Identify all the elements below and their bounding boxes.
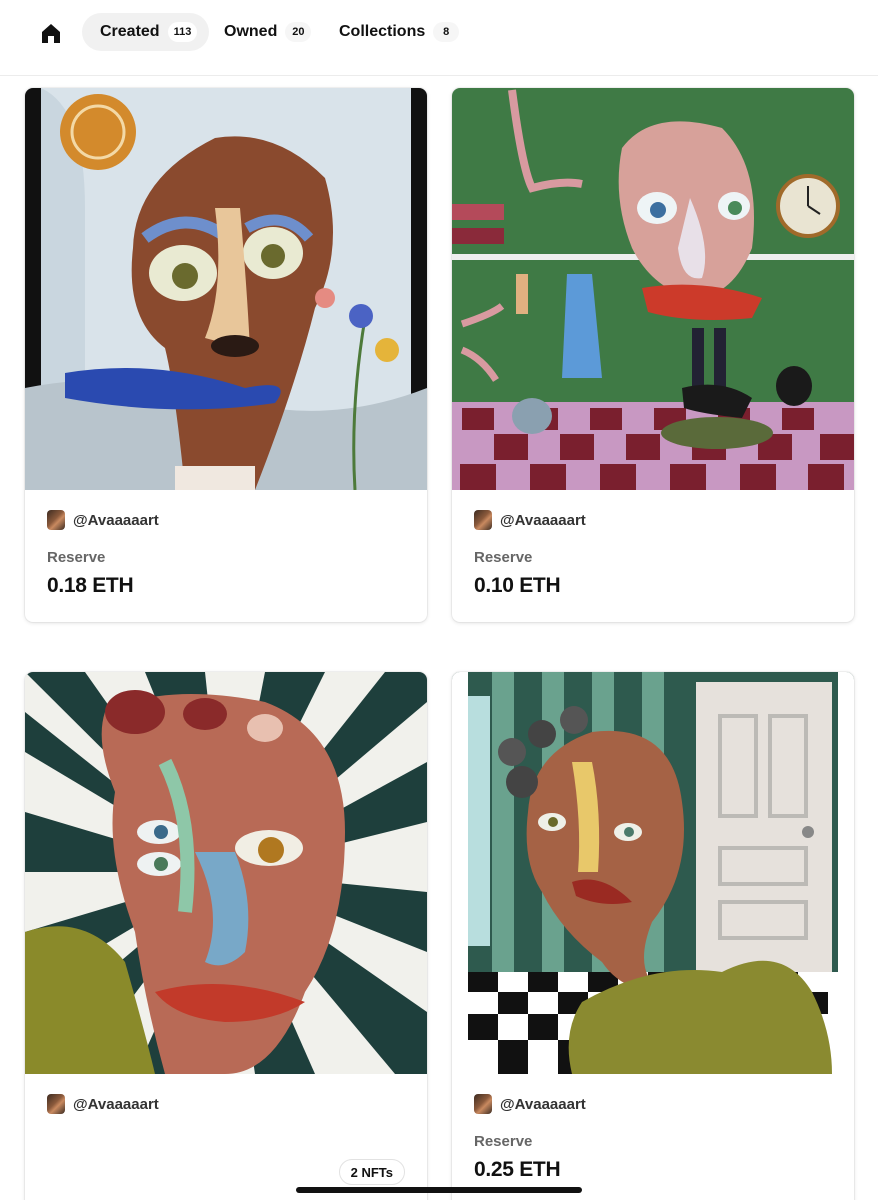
reserve-label: Reserve bbox=[47, 549, 106, 566]
creator-avatar bbox=[474, 1094, 492, 1114]
creator-handle: @Avaaaaart bbox=[73, 511, 159, 529]
tab-owned[interactable]: Owned 20 bbox=[206, 13, 323, 51]
creator-avatar bbox=[47, 1094, 65, 1114]
creator-handle: @Avaaaaart bbox=[73, 1095, 159, 1113]
creator-avatar bbox=[474, 510, 492, 530]
tab-created[interactable]: Created 113 bbox=[82, 13, 210, 51]
creator-link[interactable]: @Avaaaaart bbox=[474, 1094, 586, 1114]
tab-count-badge: 20 bbox=[285, 22, 312, 42]
nft-artwork-image[interactable] bbox=[25, 672, 427, 1074]
nft-card[interactable]: @Avaaaaart Reserve 0.18 ETH bbox=[25, 88, 427, 622]
creator-handle: @Avaaaaart bbox=[500, 1095, 586, 1113]
reserve-label: Reserve bbox=[474, 549, 533, 566]
tab-count-badge: 8 bbox=[433, 22, 460, 42]
nft-artwork-image[interactable] bbox=[452, 88, 854, 490]
nft-card[interactable]: @Avaaaaart 2 NFTs bbox=[25, 672, 427, 1200]
nft-card[interactable]: @Avaaaaart Reserve 0.10 ETH bbox=[452, 88, 854, 622]
creator-handle: @Avaaaaart bbox=[500, 511, 586, 529]
tab-label: Collections bbox=[339, 23, 426, 40]
profile-tab-bar: Created 113 Owned 20 Collections 8 bbox=[0, 0, 878, 76]
reserve-price: 0.25 ETH bbox=[474, 1158, 561, 1181]
home-icon[interactable] bbox=[38, 20, 64, 46]
creator-link[interactable]: @Avaaaaart bbox=[47, 1094, 159, 1114]
tab-count-badge: 113 bbox=[167, 22, 198, 42]
tab-label: Owned bbox=[224, 23, 278, 40]
reserve-price: 0.18 ETH bbox=[47, 574, 134, 597]
nft-artwork-image[interactable] bbox=[452, 672, 854, 1074]
tab-collections[interactable]: Collections 8 bbox=[321, 13, 471, 51]
reserve-label: Reserve bbox=[474, 1133, 533, 1150]
creator-link[interactable]: @Avaaaaart bbox=[474, 510, 586, 530]
creator-avatar bbox=[47, 510, 65, 530]
nft-card[interactable]: @Avaaaaart Reserve 0.25 ETH bbox=[452, 672, 854, 1200]
nft-artwork-image[interactable] bbox=[25, 88, 427, 490]
reserve-price: 0.10 ETH bbox=[474, 574, 561, 597]
home-indicator-bar[interactable] bbox=[296, 1187, 582, 1193]
creator-link[interactable]: @Avaaaaart bbox=[47, 510, 159, 530]
nft-count-badge: 2 NFTs bbox=[338, 1159, 405, 1185]
tab-label: Created bbox=[100, 23, 160, 40]
